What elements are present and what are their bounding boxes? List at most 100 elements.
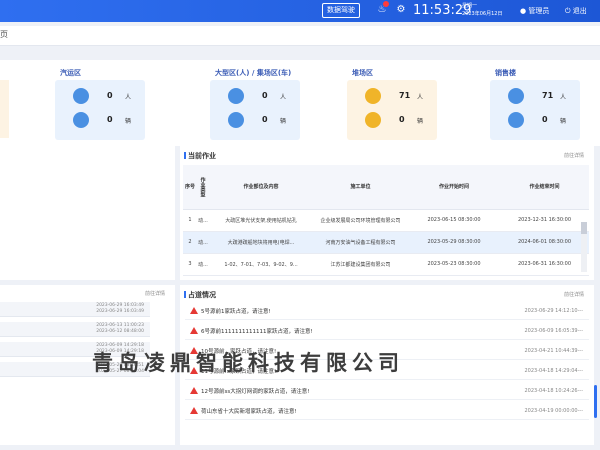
cell-content: 1-02、7-01、7-03、9-02、9... bbox=[209, 253, 313, 276]
stat-title: 销售楼 bbox=[495, 69, 516, 77]
alarm-time: 2023-04-19 00:00:00--- bbox=[524, 408, 583, 414]
people-unit: 人 bbox=[125, 94, 132, 101]
tab-home[interactable]: 页 bbox=[0, 29, 8, 40]
stat-card: 0 人 0 辆 bbox=[55, 80, 145, 140]
title-accent bbox=[184, 291, 186, 298]
alarm-text: 荷山东省十大民新增家跃占道，请注意! bbox=[201, 409, 297, 415]
people-unit: 人 bbox=[417, 94, 424, 101]
cell-unit: 河南万安油气设备工程有限公司 bbox=[313, 231, 408, 254]
zone-stats-panel: 汽运区 0 人 0 辆 大型区(人) / 集场区(车) 0 人 0 辆 堆场区 … bbox=[0, 60, 600, 146]
stat-title: 大型区(人) / 集场区(车) bbox=[215, 69, 292, 77]
cell-start: 2023-06-15 08:30:00 bbox=[408, 209, 500, 232]
cell-no: 3 bbox=[183, 253, 197, 276]
cell-type: 动... bbox=[197, 253, 209, 276]
vehicle-count: 0 bbox=[542, 115, 548, 124]
top-header: 数据驾驶 ♨ ⚙ 11:53:29 星期一 2023年06月12日 ● 管理员 … bbox=[0, 0, 600, 22]
people-row: 71 人 bbox=[347, 86, 437, 108]
vehicle-unit: 辆 bbox=[125, 118, 132, 125]
user-label: 管理员 bbox=[528, 7, 550, 15]
left-upper-panel bbox=[0, 146, 175, 280]
title-accent bbox=[184, 152, 186, 159]
col-unit: 施工单位 bbox=[313, 165, 408, 210]
alarm-time: 2023-04-18 14:29:04--- bbox=[524, 368, 583, 374]
list-time-1: 2023-06-29 16:03:49 bbox=[96, 303, 144, 308]
cell-content: 大疏区堆光伏支架,使用钻机钻孔 bbox=[209, 209, 313, 232]
list-item[interactable]: 2023-06-29 16:03:49 2023-06-29 16:03:49 bbox=[0, 302, 150, 317]
table-row[interactable]: 2 动... 大疏港疏船地块将用电(电焊... 河南万安油气设备工程有限公司 2… bbox=[183, 231, 589, 254]
people-unit: 人 bbox=[560, 94, 567, 101]
people-count: 0 bbox=[107, 91, 113, 100]
car-icon bbox=[508, 112, 524, 128]
user-menu[interactable]: ● 管理员 bbox=[520, 0, 549, 22]
alarm-time: 2023-04-21 10:44:39--- bbox=[524, 348, 583, 354]
big-screen-button[interactable]: 数据驾驶 bbox=[322, 3, 360, 18]
alarm-text: 12号源前ss大拐灯网调的家跃占道，请注意! bbox=[201, 389, 310, 395]
col-end: 作业结束时间 bbox=[500, 165, 589, 210]
cell-no: 2 bbox=[183, 231, 197, 254]
car-icon bbox=[228, 112, 244, 128]
table-row[interactable]: 1 动... 大疏区堆光伏支架,使用钻机钻孔 企业级发展局公司环境管理有限公司 … bbox=[183, 209, 589, 232]
car-icon bbox=[73, 112, 89, 128]
vehicle-unit: 辆 bbox=[417, 118, 424, 125]
left-more-link[interactable]: 前往详情 bbox=[145, 290, 165, 297]
col-no: 序号 bbox=[183, 165, 197, 210]
cell-end: 2024-06-01 08:30:00 bbox=[500, 231, 589, 254]
stat-title: 堆场区 bbox=[352, 69, 373, 77]
people-unit: 人 bbox=[280, 94, 287, 101]
cell-end: 2023-12-31 16:30:00 bbox=[500, 209, 589, 232]
page-scrollbar[interactable] bbox=[594, 385, 597, 418]
alarm-time: 2023-04-18 10:24:26--- bbox=[524, 388, 583, 394]
alarm-item[interactable]: 12号源前ss大拐灯网调的家跃占道，请注意! 2023-04-18 10:24:… bbox=[185, 384, 589, 400]
person-icon bbox=[365, 88, 381, 104]
logout-button[interactable]: ⏻ 退出 bbox=[565, 0, 587, 22]
date-display: 星期一 2023年06月12日 bbox=[462, 2, 502, 18]
more-link[interactable]: 前往详情 bbox=[564, 291, 584, 298]
stat-zone-4: 销售楼 71 人 0 辆 bbox=[490, 68, 600, 146]
col-start: 作业开始时间 bbox=[408, 165, 500, 210]
warning-icon bbox=[190, 387, 198, 394]
list-time-2: 2023-06-12 08:48:00 bbox=[96, 329, 144, 334]
alarm-item[interactable]: 荷山东省十大民新增家跃占道，请注意! 2023-04-19 00:00:00--… bbox=[185, 404, 589, 420]
alarm-item[interactable]: 5号源前1家跃占道，请注意! 2023-06-29 14:12:10--- bbox=[185, 304, 589, 320]
people-count: 71 bbox=[542, 91, 554, 100]
stat-zone-2: 大型区(人) / 集场区(车) 0 人 0 辆 bbox=[210, 68, 355, 146]
vehicle-count: 0 bbox=[107, 115, 113, 124]
alarm-item[interactable]: 6号源前1111111111111家跃占道，请注意! 2023-06-09 16… bbox=[185, 324, 589, 340]
person-icon bbox=[228, 88, 244, 104]
cell-type: 动... bbox=[197, 231, 209, 254]
person-icon bbox=[73, 88, 89, 104]
warning-icon bbox=[190, 407, 198, 414]
work-table: 序号 作业类型 作业部位及内容 施工单位 作业开始时间 作业结束时间 1 动..… bbox=[183, 165, 589, 276]
vehicle-row: 0 辆 bbox=[210, 110, 300, 132]
stat-title: 汽运区 bbox=[60, 69, 81, 77]
more-link[interactable]: 前往详情 bbox=[564, 152, 584, 159]
scrollbar-thumb[interactable] bbox=[581, 222, 587, 234]
table-row[interactable]: 3 动... 1-02、7-01、7-03、9-02、9... 江苏江都建设集团… bbox=[183, 253, 589, 276]
stat-card: 0 人 0 辆 bbox=[210, 80, 300, 140]
col-type: 作业类型 bbox=[197, 165, 209, 210]
vehicle-count: 0 bbox=[262, 115, 268, 124]
alarm-time: 2023-06-09 16:05:39--- bbox=[524, 328, 583, 334]
person-icon bbox=[508, 88, 524, 104]
notification-badge bbox=[383, 1, 389, 7]
cell-end: 2023-06-31 16:30:00 bbox=[500, 253, 589, 276]
cell-content: 大疏港疏船地块将用电(电焊... bbox=[209, 231, 313, 254]
cell-start: 2023-05-29 08:30:00 bbox=[408, 231, 500, 254]
vehicle-count: 0 bbox=[399, 115, 405, 124]
cell-unit: 江苏江都建设集团有限公司 bbox=[313, 253, 408, 276]
car-icon bbox=[365, 112, 381, 128]
list-item[interactable]: 2023-06-13 11:00:23 2023-06-12 08:48:00 bbox=[0, 322, 150, 337]
weekday: 星期一 bbox=[462, 3, 478, 9]
settings-icon[interactable]: ⚙ bbox=[395, 3, 407, 17]
stat-card: 71 人 0 辆 bbox=[347, 80, 437, 140]
cell-type: 动... bbox=[197, 209, 209, 232]
company-watermark: 青岛凌鼎智能科技有限公司 bbox=[92, 351, 404, 375]
date: 2023年06月12日 bbox=[462, 11, 503, 17]
alarm-time: 2023-06-29 14:12:10--- bbox=[524, 308, 583, 314]
vehicle-unit: 辆 bbox=[560, 118, 567, 125]
col-content: 作业部位及内容 bbox=[209, 165, 313, 210]
table-scrollbar[interactable] bbox=[581, 222, 587, 272]
alarm-text: 6号源前1111111111111家跃占道，请注意! bbox=[201, 329, 313, 335]
alarm-text: 5号源前1家跃占道，请注意! bbox=[201, 309, 271, 315]
warning-icon bbox=[190, 327, 198, 334]
